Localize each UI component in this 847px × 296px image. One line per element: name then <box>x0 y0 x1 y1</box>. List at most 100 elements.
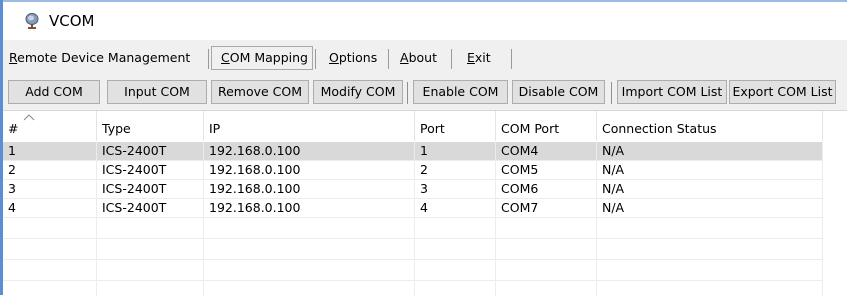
sort-up-icon <box>23 114 35 121</box>
empty-cell <box>204 281 415 296</box>
satellite-dish-icon <box>25 13 39 29</box>
cell-com-port: COM4 <box>496 142 597 161</box>
import-com-list-button[interactable]: Import COM List <box>617 80 727 104</box>
empty-cell <box>415 239 496 260</box>
cell-port: 1 <box>415 142 496 161</box>
cell-number: 4 <box>3 199 97 218</box>
cell-number: 1 <box>3 142 97 161</box>
com-mapping-table[interactable]: # Type IP Port COM Port Connection Statu… <box>3 110 847 296</box>
empty-cell <box>204 239 415 260</box>
column-header-ip[interactable]: IP <box>204 111 415 141</box>
menu-remote-device-management[interactable]: Remote Device Management <box>9 46 190 70</box>
column-header-number[interactable]: # <box>3 111 97 141</box>
toolbar-separator <box>611 82 612 104</box>
empty-cell <box>597 281 823 296</box>
table-row[interactable]: 3 ICS-2400T 192.168.0.100 3 COM6 N/A <box>3 180 823 199</box>
menu-about[interactable]: About <box>400 46 437 70</box>
column-label: # <box>8 121 19 136</box>
cell-connection-status: N/A <box>597 142 823 161</box>
cell-port: 2 <box>415 161 496 180</box>
toolbar: Add COM Input COM Remove COM Modify COM … <box>3 74 847 110</box>
accesskey: R <box>9 50 18 65</box>
menu-separator <box>451 49 452 69</box>
export-com-list-button[interactable]: Export COM List <box>729 80 836 104</box>
accesskey: C <box>221 50 230 65</box>
input-com-button[interactable]: Input COM <box>107 80 207 104</box>
cell-ip: 192.168.0.100 <box>204 142 415 161</box>
cell-connection-status: N/A <box>597 161 823 180</box>
cell-com-port: COM6 <box>496 180 597 199</box>
cell-connection-status: N/A <box>597 180 823 199</box>
table-row[interactable]: 2 ICS-2400T 192.168.0.100 2 COM5 N/A <box>3 161 823 180</box>
cell-ip: 192.168.0.100 <box>204 180 415 199</box>
column-header-com-port[interactable]: COM Port <box>496 111 597 141</box>
menu-separator <box>315 49 316 69</box>
accesskey: O <box>329 50 339 65</box>
accesskey: A <box>400 50 409 65</box>
menu-com-mapping[interactable]: COM Mapping <box>211 46 313 70</box>
empty-cell <box>496 281 597 296</box>
empty-row <box>3 260 823 281</box>
modify-com-button[interactable]: Modify COM <box>313 80 403 104</box>
cell-com-port: COM7 <box>496 199 597 218</box>
empty-cell <box>97 260 204 281</box>
empty-cell <box>204 260 415 281</box>
column-header-type[interactable]: Type <box>97 111 204 141</box>
remove-com-button[interactable]: Remove COM <box>211 80 309 104</box>
empty-cell <box>415 281 496 296</box>
empty-cell <box>496 218 597 239</box>
cell-ip: 192.168.0.100 <box>204 199 415 218</box>
empty-cell <box>3 218 97 239</box>
menu-label: ptions <box>338 50 378 65</box>
window-title: VCOM <box>49 12 95 30</box>
enable-com-button[interactable]: Enable COM <box>413 80 508 104</box>
cell-type: ICS-2400T <box>97 180 204 199</box>
empty-cell <box>97 281 204 296</box>
empty-cell <box>597 239 823 260</box>
menu-options[interactable]: Options <box>329 46 377 70</box>
cell-port: 3 <box>415 180 496 199</box>
table-header: # Type IP Port COM Port Connection Statu… <box>3 111 847 141</box>
table-row[interactable]: 4 ICS-2400T 192.168.0.100 4 COM7 N/A <box>3 199 823 218</box>
cell-ip: 192.168.0.100 <box>204 161 415 180</box>
menu-separator <box>388 49 389 69</box>
cell-number: 3 <box>3 180 97 199</box>
menu-separator <box>511 49 512 69</box>
empty-cell <box>3 239 97 260</box>
toolbar-separator <box>407 82 408 104</box>
column-header-port[interactable]: Port <box>415 111 496 141</box>
cell-type: ICS-2400T <box>97 199 204 218</box>
empty-cell <box>3 260 97 281</box>
cell-type: ICS-2400T <box>97 142 204 161</box>
menu-bar: Remote Device Management COM Mapping Opt… <box>3 40 847 74</box>
empty-cell <box>496 239 597 260</box>
menu-separator <box>208 49 209 69</box>
cell-com-port: COM5 <box>496 161 597 180</box>
menu-label: bout <box>408 50 437 65</box>
accesskey: E <box>467 50 475 65</box>
empty-cell <box>597 260 823 281</box>
empty-row <box>3 239 823 260</box>
title-bar[interactable]: VCOM <box>3 2 847 40</box>
empty-cell <box>415 260 496 281</box>
cell-connection-status: N/A <box>597 199 823 218</box>
empty-cell <box>415 218 496 239</box>
menu-label: xit <box>474 50 491 65</box>
disable-com-button[interactable]: Disable COM <box>512 80 605 104</box>
cell-port: 4 <box>415 199 496 218</box>
table-row[interactable]: 1 ICS-2400T 192.168.0.100 1 COM4 N/A <box>3 142 823 161</box>
empty-cell <box>204 218 415 239</box>
cell-number: 2 <box>3 161 97 180</box>
empty-cell <box>97 239 204 260</box>
column-header-connection-status[interactable]: Connection Status <box>597 111 823 141</box>
add-com-button[interactable]: Add COM <box>8 80 100 104</box>
empty-cell <box>496 260 597 281</box>
empty-cell <box>97 218 204 239</box>
empty-row <box>3 218 823 239</box>
menu-label: emote Device Management <box>17 50 191 65</box>
empty-cell <box>597 218 823 239</box>
menu-exit[interactable]: Exit <box>467 46 491 70</box>
cell-type: ICS-2400T <box>97 161 204 180</box>
empty-cell <box>3 281 97 296</box>
empty-row <box>3 281 823 296</box>
